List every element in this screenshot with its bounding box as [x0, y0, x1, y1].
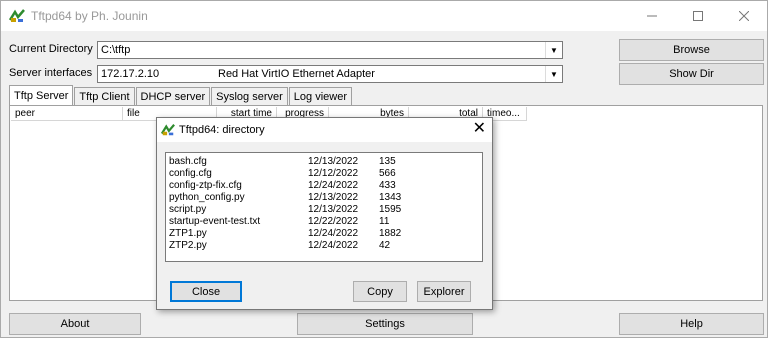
- file-name: startup-event-test.txt: [169, 216, 261, 227]
- tab-syslog-server[interactable]: Syslog server: [211, 87, 288, 105]
- about-button[interactable]: About: [9, 313, 141, 335]
- file-name: config-ztp-fix.cfg: [169, 180, 242, 191]
- current-directory-label: Current Directory: [9, 43, 93, 55]
- file-name: python_config.py: [169, 192, 245, 203]
- tab-tftp-server[interactable]: Tftp Server: [9, 85, 74, 105]
- close-button[interactable]: [721, 1, 767, 31]
- tab-dhcp-server[interactable]: DHCP server: [135, 87, 211, 105]
- file-date: 12/24/2022: [308, 180, 359, 191]
- tftpd-app-icon: [161, 124, 175, 136]
- server-adapter: Red Hat VirtIO Ethernet Adapter: [218, 68, 375, 80]
- dialog-close-icon[interactable]: ✕: [473, 121, 486, 137]
- maximize-button[interactable]: [675, 1, 721, 31]
- current-directory-value: C:\tftp: [101, 44, 131, 56]
- file-size: 433: [379, 180, 396, 191]
- file-size: 566: [379, 168, 396, 179]
- server-interfaces-combo[interactable]: 172.17.2.10 Red Hat VirtIO Ethernet Adap…: [97, 65, 563, 83]
- tab-log-viewer[interactable]: Log viewer: [288, 87, 352, 105]
- dialog-title-bar: Tftpd64: directory ✕: [157, 118, 492, 142]
- file-date: 12/22/2022: [308, 216, 359, 227]
- current-directory-combo[interactable]: C:\tftp ▼: [97, 41, 563, 59]
- file-date: 12/13/2022: [308, 204, 359, 215]
- file-date: 12/13/2022: [308, 192, 359, 203]
- tftpd-app-icon: [9, 9, 25, 22]
- server-ip: 172.17.2.10: [101, 68, 160, 80]
- file-size: 11: [379, 216, 390, 227]
- file-size: 1343: [379, 192, 402, 203]
- dialog-title: Tftpd64: directory: [179, 124, 265, 136]
- close-icon: [739, 11, 749, 21]
- show-dir-button[interactable]: Show Dir: [619, 63, 764, 85]
- file-name: config.cfg: [169, 168, 212, 179]
- file-name: ZTP2.py: [169, 240, 207, 251]
- maximize-icon: [693, 11, 703, 21]
- window-title: Tftpd64 by Ph. Jounin: [31, 9, 148, 23]
- file-name: ZTP1.py: [169, 228, 207, 239]
- file-date: 12/24/2022: [308, 228, 359, 239]
- file-list[interactable]: bash.cfg 12/13/2022 135 config.cfg 12/12…: [165, 152, 483, 262]
- minimize-icon: [647, 15, 657, 17]
- file-date: 12/13/2022: [308, 156, 359, 167]
- chevron-down-icon[interactable]: ▼: [545, 42, 562, 58]
- title-bar: Tftpd64 by Ph. Jounin: [1, 1, 767, 31]
- column-peer[interactable]: peer: [11, 107, 123, 121]
- chevron-down-icon[interactable]: ▼: [545, 66, 562, 82]
- server-interfaces-label: Server interfaces: [9, 67, 93, 79]
- settings-button[interactable]: Settings: [297, 313, 473, 335]
- file-size: 1882: [379, 228, 402, 239]
- dialog-copy-button[interactable]: Copy: [353, 281, 407, 302]
- tab-bar: Tftp Server Tftp Client DHCP server Sysl…: [9, 85, 353, 105]
- file-name: bash.cfg: [169, 156, 207, 167]
- directory-dialog: Tftpd64: directory ✕ bash.cfg 12/13/2022…: [156, 117, 493, 310]
- browse-button[interactable]: Browse: [619, 39, 764, 61]
- file-size: 135: [379, 156, 396, 167]
- file-date: 12/12/2022: [308, 168, 359, 179]
- file-size: 1595: [379, 204, 402, 215]
- file-name: script.py: [169, 204, 207, 215]
- main-window: Tftpd64 by Ph. Jounin Current Directory …: [0, 0, 768, 338]
- dialog-close-button[interactable]: Close: [170, 281, 242, 302]
- help-button[interactable]: Help: [619, 313, 764, 335]
- file-date: 12/24/2022: [308, 240, 359, 251]
- file-size: 42: [379, 240, 391, 251]
- tab-tftp-client[interactable]: Tftp Client: [74, 87, 135, 105]
- minimize-button[interactable]: [629, 1, 675, 31]
- dialog-explorer-button[interactable]: Explorer: [417, 281, 471, 302]
